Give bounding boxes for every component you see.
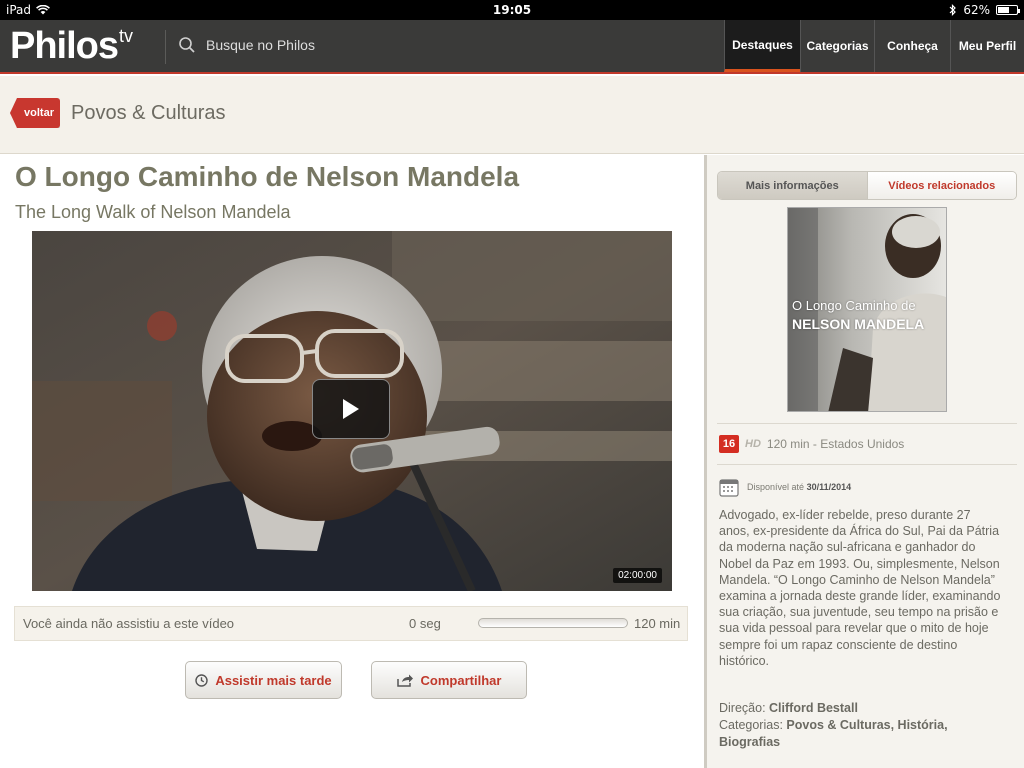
video-credits: Direção: Clifford Bestall Categorias: Po…	[719, 700, 1009, 751]
poster-title-line2: NELSON MANDELA	[792, 316, 925, 332]
progress-end-label: 120 min	[634, 616, 681, 631]
categories-label: Categorias:	[719, 718, 783, 732]
breadcrumb: voltar Povos & Culturas	[0, 76, 1024, 154]
main-nav: Destaques Categorias Conheça Meu Perfil	[724, 20, 1024, 72]
logo-suffix: tv	[119, 26, 134, 46]
play-button[interactable]	[312, 379, 390, 439]
back-button[interactable]: voltar	[10, 98, 60, 128]
app-root: iPad 19:05 62% Philos tv Busque no Philo…	[0, 0, 1024, 768]
director-name: Clifford Bestall	[769, 701, 858, 715]
progress-bar[interactable]	[478, 618, 628, 628]
progress-start-label: 0 seg	[409, 616, 441, 631]
play-icon	[343, 399, 359, 419]
main-content: O Longo Caminho de Nelson Mandela The Lo…	[0, 155, 704, 768]
info-sidebar: Mais informações Vídeos relacionados O L…	[704, 155, 1024, 768]
nav-tab-meu-perfil[interactable]: Meu Perfil	[950, 20, 1024, 72]
share-button[interactable]: Compartilhar	[371, 661, 527, 699]
director-label: Direção:	[719, 701, 766, 715]
sidebar-tabs: Mais informações Vídeos relacionados	[717, 171, 1017, 200]
watch-later-button[interactable]: Assistir mais tarde	[185, 661, 342, 699]
nav-tab-conheca[interactable]: Conheça	[874, 20, 950, 72]
poster-image: O Longo Caminho de NELSON MANDELA	[787, 207, 947, 412]
video-player[interactable]: 02:00:00	[32, 231, 672, 591]
search-icon	[179, 37, 195, 53]
clock-icon	[195, 673, 209, 687]
nav-tab-destaques[interactable]: Destaques	[724, 20, 800, 72]
video-description: Advogado, ex-líder rebelde, preso durant…	[719, 508, 1001, 668]
page-subtitle: The Long Walk of Nelson Mandela	[15, 202, 291, 222]
share-label: Compartilhar	[420, 672, 502, 688]
status-time: 19:05	[492, 3, 532, 17]
search-placeholder: Busque no Philos	[206, 37, 315, 53]
hd-badge: HD	[745, 438, 761, 450]
availability: Disponível até 30/11/2014	[719, 477, 851, 497]
tab-more-info[interactable]: Mais informações	[718, 172, 867, 199]
categories-row: Categorias: Povos & Culturas, História, …	[719, 717, 1009, 751]
age-rating-badge: 16	[719, 435, 739, 453]
video-meta: 16 HD 120 min - Estados Unidos	[719, 435, 904, 453]
status-right: 62%	[949, 3, 1020, 17]
director-row: Direção: Clifford Bestall	[719, 700, 1009, 717]
watch-later-label: Assistir mais tarde	[215, 672, 332, 688]
divider	[717, 423, 1017, 424]
watch-progress: Você ainda não assistiu a este vídeo 0 s…	[14, 606, 688, 641]
logo-text: Philos	[10, 25, 119, 67]
nav-tab-categorias[interactable]: Categorias	[800, 20, 874, 72]
philos-logo[interactable]: Philos tv	[10, 24, 133, 68]
poster-title-line1: O Longo Caminho de	[792, 298, 916, 313]
availability-label: Disponível até	[747, 482, 805, 492]
header-divider	[165, 30, 166, 64]
calendar-icon	[719, 479, 739, 497]
status-bar: iPad 19:05 62%	[0, 0, 1024, 20]
page-title: O Longo Caminho de Nelson Mandela	[15, 161, 520, 192]
divider	[717, 464, 1017, 465]
search-input[interactable]: Busque no Philos	[178, 36, 315, 54]
tab-related-videos[interactable]: Vídeos relacionados	[866, 172, 1016, 199]
meta-text: 120 min - Estados Unidos	[766, 437, 905, 451]
battery-icon	[996, 5, 1020, 15]
watch-status-text: Você ainda não assistiu a este vídeo	[23, 616, 235, 631]
category-title: Povos & Culturas	[71, 102, 226, 124]
share-icon	[396, 674, 413, 687]
duration-badge: 02:00:00	[613, 568, 662, 583]
battery-percent: 62%	[963, 3, 990, 17]
app-header: Philos tv Busque no Philos Destaques Cat…	[0, 20, 1024, 74]
availability-date: 30/11/2014	[806, 482, 852, 492]
bluetooth-icon	[949, 4, 957, 16]
